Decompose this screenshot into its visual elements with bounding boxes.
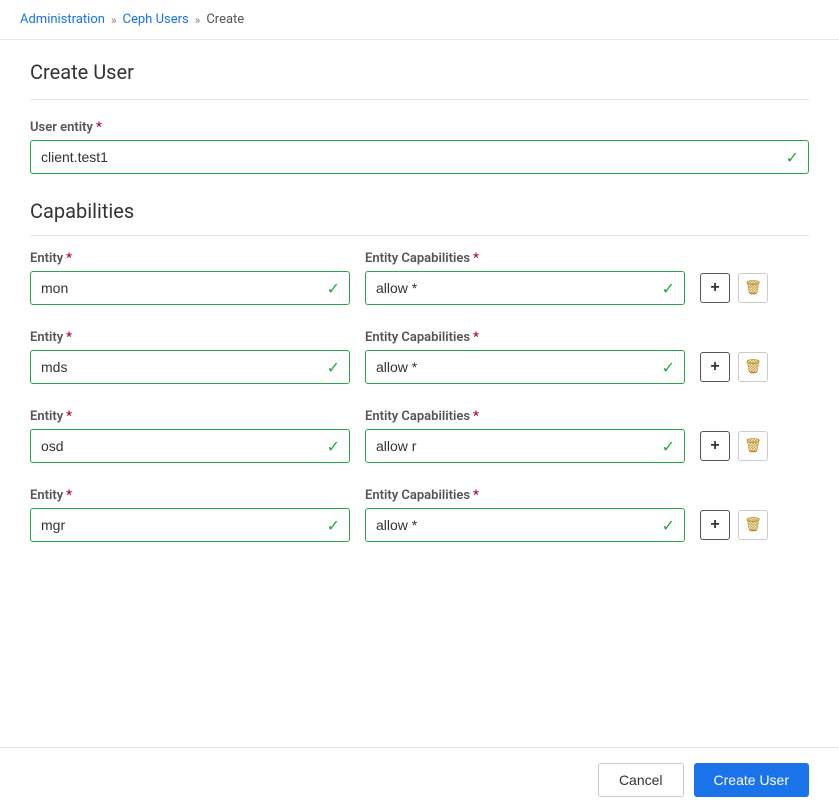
row-actions-0: + bbox=[700, 273, 768, 305]
capability-row: Entity * ✓ Entity Capabilities * ✓ bbox=[30, 251, 809, 305]
create-user-button[interactable]: Create User bbox=[694, 763, 809, 797]
delete-capability-button-0[interactable] bbox=[738, 273, 768, 303]
entity-req-marker-0: * bbox=[66, 251, 72, 266]
entity-field-0: Entity * ✓ bbox=[30, 251, 350, 305]
capabilities-container: Entity * ✓ Entity Capabilities * ✓ bbox=[30, 251, 809, 542]
delete-capability-button-3[interactable] bbox=[738, 510, 768, 540]
row-actions-3: + bbox=[700, 510, 768, 542]
entity-valid-icon-3: ✓ bbox=[327, 516, 340, 535]
entity-cap-req-marker-3: * bbox=[473, 488, 479, 503]
breadcrumb-current: Create bbox=[206, 12, 244, 27]
row-actions-1: + bbox=[700, 352, 768, 384]
entity-cap-valid-icon-1: ✓ bbox=[662, 358, 675, 377]
capability-row: Entity * ✓ Entity Capabilities * ✓ bbox=[30, 409, 809, 463]
entity-cap-req-marker-1: * bbox=[473, 330, 479, 345]
breadcrumb-sep-2: » bbox=[195, 13, 201, 27]
entity-cap-field-1: Entity Capabilities * ✓ bbox=[365, 330, 685, 384]
entity-label-1: Entity * bbox=[30, 330, 350, 345]
entity-cap-valid-icon-2: ✓ bbox=[662, 437, 675, 456]
entity-input-wrapper-2: ✓ bbox=[30, 429, 350, 463]
trash-icon-0 bbox=[744, 279, 762, 297]
page-wrapper: Administration » Ceph Users » Create Cre… bbox=[0, 0, 839, 812]
footer-actions: Cancel Create User bbox=[0, 747, 839, 812]
entity-valid-icon-2: ✓ bbox=[327, 437, 340, 456]
entity-valid-icon-0: ✓ bbox=[327, 279, 340, 298]
user-entity-section: User entity * ✓ bbox=[30, 120, 809, 174]
delete-capability-button-2[interactable] bbox=[738, 431, 768, 461]
entity-cap-input-3[interactable] bbox=[365, 508, 685, 542]
entity-valid-icon-1: ✓ bbox=[327, 358, 340, 377]
entity-input-wrapper-3: ✓ bbox=[30, 508, 350, 542]
row-actions-2: + bbox=[700, 431, 768, 463]
entity-cap-input-wrapper-1: ✓ bbox=[365, 350, 685, 384]
entity-cap-input-wrapper-2: ✓ bbox=[365, 429, 685, 463]
entity-label-2: Entity * bbox=[30, 409, 350, 424]
trash-icon-1 bbox=[744, 358, 762, 376]
entity-field-1: Entity * ✓ bbox=[30, 330, 350, 384]
user-entity-input-wrapper: ✓ bbox=[30, 140, 809, 174]
capability-row: Entity * ✓ Entity Capabilities * ✓ bbox=[30, 488, 809, 542]
entity-input-1[interactable] bbox=[30, 350, 350, 384]
entity-cap-label-3: Entity Capabilities * bbox=[365, 488, 685, 503]
breadcrumb-sep-1: » bbox=[111, 13, 117, 27]
page-title: Create User bbox=[30, 60, 809, 100]
user-entity-valid-icon: ✓ bbox=[786, 148, 799, 167]
cancel-button[interactable]: Cancel bbox=[598, 763, 684, 797]
entity-cap-valid-icon-0: ✓ bbox=[662, 279, 675, 298]
entity-cap-req-marker-2: * bbox=[473, 409, 479, 424]
breadcrumb-ceph-users[interactable]: Ceph Users bbox=[123, 12, 189, 27]
capabilities-title: Capabilities bbox=[30, 199, 809, 236]
entity-cap-field-3: Entity Capabilities * ✓ bbox=[365, 488, 685, 542]
trash-icon-3 bbox=[744, 516, 762, 534]
entity-cap-label-0: Entity Capabilities * bbox=[365, 251, 685, 266]
entity-cap-input-wrapper-3: ✓ bbox=[365, 508, 685, 542]
entity-cap-field-0: Entity Capabilities * ✓ bbox=[365, 251, 685, 305]
entity-input-2[interactable] bbox=[30, 429, 350, 463]
entity-input-0[interactable] bbox=[30, 271, 350, 305]
entity-cap-input-1[interactable] bbox=[365, 350, 685, 384]
entity-field-2: Entity * ✓ bbox=[30, 409, 350, 463]
add-capability-button-0[interactable]: + bbox=[700, 273, 730, 303]
user-entity-input[interactable] bbox=[30, 140, 809, 174]
main-content: Create User User entity * ✓ Capabilities… bbox=[0, 40, 839, 747]
entity-cap-label-2: Entity Capabilities * bbox=[365, 409, 685, 424]
entity-label-0: Entity * bbox=[30, 251, 350, 266]
entity-cap-valid-icon-3: ✓ bbox=[662, 516, 675, 535]
delete-capability-button-1[interactable] bbox=[738, 352, 768, 382]
user-entity-required-marker: * bbox=[96, 120, 102, 135]
entity-label-3: Entity * bbox=[30, 488, 350, 503]
user-entity-label: User entity * bbox=[30, 120, 809, 135]
entity-cap-field-2: Entity Capabilities * ✓ bbox=[365, 409, 685, 463]
trash-icon-2 bbox=[744, 437, 762, 455]
breadcrumb: Administration » Ceph Users » Create bbox=[0, 0, 839, 40]
entity-cap-input-2[interactable] bbox=[365, 429, 685, 463]
entity-cap-input-0[interactable] bbox=[365, 271, 685, 305]
entity-input-3[interactable] bbox=[30, 508, 350, 542]
capability-row: Entity * ✓ Entity Capabilities * ✓ bbox=[30, 330, 809, 384]
entity-input-wrapper-0: ✓ bbox=[30, 271, 350, 305]
breadcrumb-admin[interactable]: Administration bbox=[20, 12, 105, 27]
entity-req-marker-3: * bbox=[66, 488, 72, 503]
entity-field-3: Entity * ✓ bbox=[30, 488, 350, 542]
add-capability-button-2[interactable]: + bbox=[700, 431, 730, 461]
entity-input-wrapper-1: ✓ bbox=[30, 350, 350, 384]
add-capability-button-3[interactable]: + bbox=[700, 510, 730, 540]
add-capability-button-1[interactable]: + bbox=[700, 352, 730, 382]
entity-cap-label-1: Entity Capabilities * bbox=[365, 330, 685, 345]
entity-cap-input-wrapper-0: ✓ bbox=[365, 271, 685, 305]
entity-req-marker-2: * bbox=[66, 409, 72, 424]
entity-cap-req-marker-0: * bbox=[473, 251, 479, 266]
entity-req-marker-1: * bbox=[66, 330, 72, 345]
